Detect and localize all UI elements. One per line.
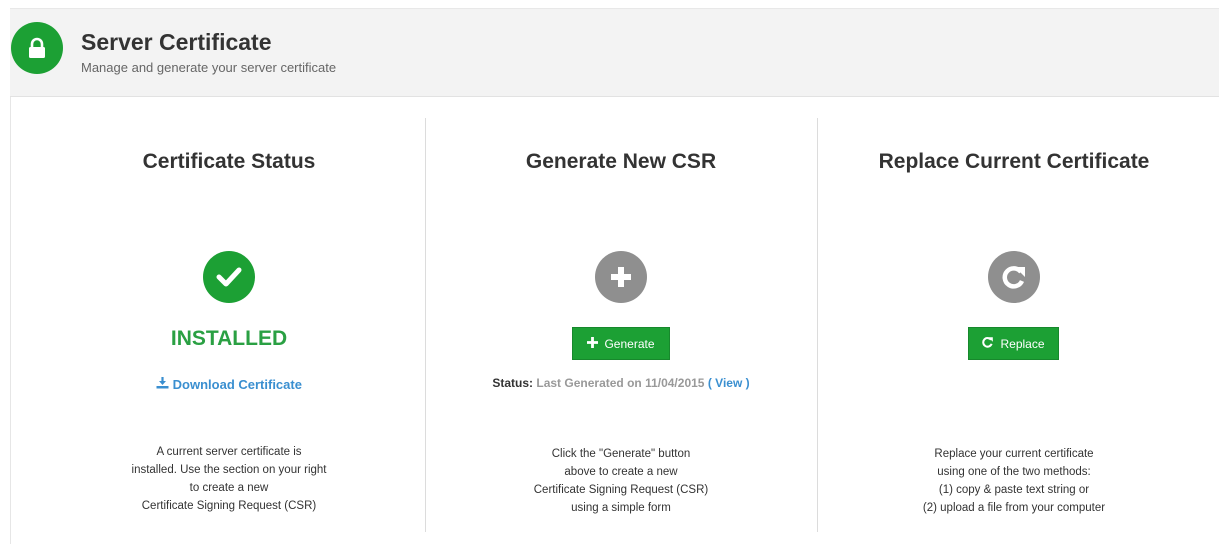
replace-button[interactable]: Replace bbox=[968, 327, 1059, 360]
generate-csr-panel: Generate New CSR Generate Status: Last G… bbox=[426, 97, 816, 544]
description-line: Certificate Signing Request (CSR) bbox=[533, 484, 709, 496]
download-label: Download Certificate bbox=[172, 377, 302, 393]
panel-title: Replace Current Certificate bbox=[878, 150, 1150, 173]
csr-description: Click the "Generate" button above to cre… bbox=[426, 445, 816, 517]
content-left-border bbox=[10, 97, 11, 544]
plus-circle-icon bbox=[595, 251, 647, 303]
page-title: Server Certificate bbox=[81, 29, 272, 55]
paren-close: ) bbox=[745, 376, 750, 390]
check-circle-icon bbox=[203, 251, 255, 303]
certificate-status-panel: Certificate Status INSTALLED Download Ce… bbox=[34, 97, 424, 544]
generate-button[interactable]: Generate bbox=[572, 327, 670, 360]
page-subtitle: Manage and generate your server certific… bbox=[81, 60, 337, 75]
description-line: Certificate Signing Request (CSR) bbox=[141, 500, 317, 512]
paren-open: ( bbox=[707, 376, 712, 390]
description-line: above to create a new bbox=[564, 466, 678, 478]
status-text: Last Generated on 11/04/2015 bbox=[536, 376, 705, 390]
description-line: (1) copy & paste text string or bbox=[938, 484, 1090, 496]
description-line: using one of the two methods: bbox=[937, 466, 1091, 478]
plus-icon bbox=[587, 336, 599, 351]
lock-icon bbox=[11, 22, 63, 74]
page-header: Server Certificate Manage and generate y… bbox=[10, 8, 1219, 97]
replace-certificate-panel: Replace Current Certificate Replace Repl… bbox=[818, 97, 1210, 544]
download-icon bbox=[156, 377, 173, 392]
status-description: A current server certificate is installe… bbox=[34, 443, 424, 515]
download-certificate-link[interactable]: Download Certificate bbox=[34, 376, 424, 392]
panel-title: Generate New CSR bbox=[525, 150, 717, 173]
csr-status: Status: Last Generated on 11/04/2015 ( V… bbox=[426, 376, 816, 390]
replace-description: Replace your current certificate using o… bbox=[818, 445, 1210, 517]
description-line: (2) upload a file from your computer bbox=[922, 502, 1106, 514]
description-line: to create a new bbox=[189, 482, 269, 494]
generate-button-label: Generate bbox=[604, 336, 655, 351]
status-label: Status: bbox=[492, 376, 534, 390]
status-badge: INSTALLED bbox=[170, 327, 288, 350]
view-csr-link[interactable]: View bbox=[715, 376, 742, 390]
panel-title: Certificate Status bbox=[142, 150, 316, 173]
description-line: Click the "Generate" button bbox=[551, 448, 691, 460]
description-line: installed. Use the section on your right bbox=[131, 464, 327, 476]
description-line: using a simple form bbox=[571, 502, 671, 514]
replace-button-label: Replace bbox=[1000, 336, 1045, 351]
description-line: A current server certificate is bbox=[156, 446, 302, 458]
refresh-circle-icon bbox=[988, 251, 1040, 303]
description-line: Replace your current certificate bbox=[934, 448, 1094, 460]
refresh-icon bbox=[982, 336, 994, 351]
